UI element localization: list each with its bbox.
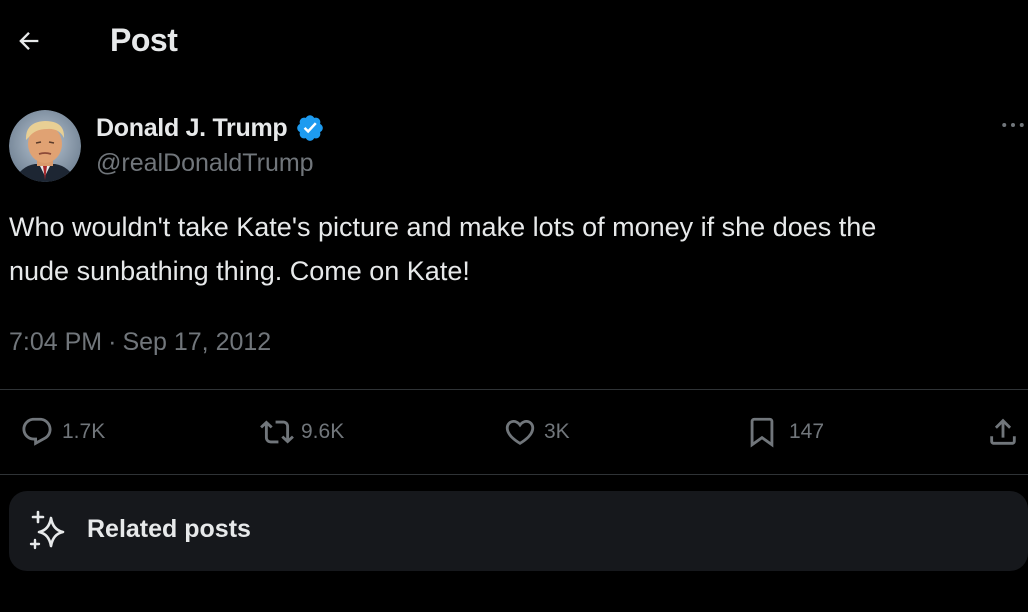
reply-icon (22, 417, 52, 446)
reply-button[interactable]: 1.7K (20, 413, 105, 451)
related-posts-button[interactable]: Related posts (9, 491, 1028, 571)
display-name[interactable]: Donald J. Trump (96, 114, 288, 143)
bookmark-icon (750, 417, 774, 448)
tweet-text: Who wouldn't take Kate's picture and mak… (9, 212, 877, 286)
bookmark-count: 147 (789, 420, 825, 443)
repost-count: 9.6K (301, 420, 345, 443)
more-button[interactable] (998, 110, 1028, 140)
more-horizontal-icon (1002, 123, 1024, 127)
verified-badge-icon (297, 115, 324, 141)
arrow-left-icon (19, 32, 39, 50)
share-icon (990, 418, 1016, 445)
page-title: Post (110, 22, 178, 58)
avatar-image (9, 110, 81, 182)
repost-icon (260, 420, 294, 444)
avatar[interactable] (9, 110, 81, 182)
action-bar: 1.7K 9.6K 3K 147 (0, 390, 1028, 474)
reply-count: 1.7K (62, 420, 106, 443)
share-button[interactable] (986, 413, 1020, 451)
timestamp-separator: · (108, 328, 117, 356)
like-button[interactable]: 3K (502, 413, 570, 451)
author-row: Donald J. Trump @realDonaldTrump (0, 105, 1028, 185)
tweet-time[interactable]: 7:04 PM (9, 328, 102, 357)
header: Post (0, 0, 1028, 84)
back-button[interactable] (12, 24, 46, 58)
divider-bottom (0, 474, 1028, 475)
handle[interactable]: @realDonaldTrump (96, 149, 314, 178)
repost-button[interactable]: 9.6K (257, 413, 344, 451)
like-count: 3K (544, 420, 570, 443)
bookmark-button[interactable]: 147 (745, 413, 824, 451)
tweet-date[interactable]: Sep 17, 2012 (122, 328, 271, 357)
heart-icon (505, 419, 535, 445)
name-line: Donald J. Trump (96, 113, 325, 143)
related-posts-label: Related posts (87, 515, 251, 543)
timestamp: 7:04 PM · Sep 17, 2012 (9, 328, 271, 357)
sparkle-icon (29, 510, 65, 550)
